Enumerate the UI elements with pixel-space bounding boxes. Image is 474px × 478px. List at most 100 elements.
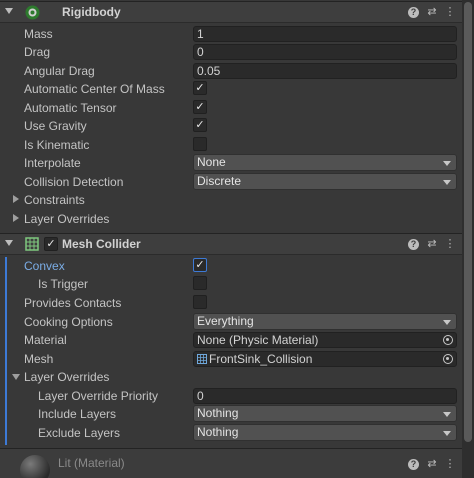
mesh-collider-header[interactable]: ✓ Mesh Collider ? ⇄ ⋮ <box>0 233 462 255</box>
exclude-layers-dropdown[interactable]: Nothing <box>193 424 457 441</box>
kebab-menu-icon[interactable]: ⋮ <box>443 457 457 471</box>
mc-layer-overrides-row[interactable]: Layer Overrides <box>0 368 462 386</box>
rb-layer-overrides-row[interactable]: Layer Overrides <box>0 210 462 228</box>
mass-field[interactable]: 1 <box>193 26 457 42</box>
include-layers-value: Nothing <box>197 406 239 420</box>
provides-contacts-row: Provides Contacts <box>0 294 462 312</box>
cooking-options-value: Everything <box>197 314 254 328</box>
auto-tensor-row: Automatic Tensor ✓ <box>0 99 462 117</box>
mesh-row: Mesh FrontSink_Collision <box>0 350 462 368</box>
is-kinematic-label: Is Kinematic <box>24 138 90 152</box>
auto-center-checkbox[interactable]: ✓ <box>193 81 207 95</box>
scrollbar-thumb[interactable] <box>464 2 472 442</box>
inspector-panel: Rigidbody ? ⇄ ⋮ Mass 1 Drag 0 Angular Dr… <box>0 0 474 478</box>
chevron-right-icon[interactable] <box>13 195 19 203</box>
convex-checkbox[interactable]: ✓ <box>193 258 207 272</box>
rigidbody-title: Rigidbody <box>62 5 121 19</box>
material-object-field[interactable]: None (Physic Material) <box>193 332 457 348</box>
collision-detection-value: Discrete <box>197 174 242 188</box>
mass-row: Mass 1 <box>0 25 462 43</box>
drag-label: Drag <box>24 45 51 59</box>
drag-field[interactable]: 0 <box>193 44 457 60</box>
drag-row: Drag 0 <box>0 43 462 61</box>
material-row: Material None (Physic Material) <box>0 331 462 349</box>
auto-tensor-checkbox[interactable]: ✓ <box>193 100 207 114</box>
chevron-down-icon <box>443 412 451 417</box>
object-picker-icon[interactable] <box>443 335 453 345</box>
interpolate-dropdown[interactable]: None <box>193 154 457 171</box>
angular-drag-row: Angular Drag 0.05 <box>0 62 462 80</box>
material-title: Lit (Material) <box>58 456 125 470</box>
preset-icon[interactable]: ⇄ <box>425 5 439 19</box>
exclude-layers-row: Exclude Layers Nothing <box>0 424 462 442</box>
chevron-down-icon <box>443 431 451 436</box>
auto-center-label: Automatic Center Of Mass <box>24 82 165 96</box>
mesh-collider-title: Mesh Collider <box>62 237 141 251</box>
preset-icon[interactable]: ⇄ <box>425 237 439 251</box>
constraints-label: Constraints <box>24 193 85 207</box>
convex-label: Convex <box>24 259 65 273</box>
mesh-object-field[interactable]: FrontSink_Collision <box>193 351 457 367</box>
help-icon[interactable]: ? <box>408 7 419 18</box>
is-trigger-row: Is Trigger <box>0 275 462 293</box>
object-picker-icon[interactable] <box>443 354 453 364</box>
layer-priority-field[interactable]: 0 <box>193 388 457 404</box>
material-section[interactable]: Lit (Material) ? ⇄ ⋮ <box>0 448 462 478</box>
material-preview-sphere <box>20 455 50 478</box>
layer-priority-label: Layer Override Priority <box>38 389 159 403</box>
mesh-value: FrontSink_Collision <box>209 352 313 366</box>
material-label: Material <box>24 333 67 347</box>
include-layers-label: Include Layers <box>38 407 117 421</box>
include-layers-row: Include Layers Nothing <box>0 405 462 423</box>
mass-label: Mass <box>24 27 53 41</box>
use-gravity-row: Use Gravity ✓ <box>0 117 462 135</box>
interpolate-label: Interpolate <box>24 156 81 170</box>
chevron-down-icon <box>443 320 451 325</box>
angular-drag-label: Angular Drag <box>24 64 95 78</box>
interpolate-value: None <box>197 155 226 169</box>
chevron-right-icon[interactable] <box>13 214 19 222</box>
rigidbody-header[interactable]: Rigidbody ? ⇄ ⋮ <box>0 1 462 23</box>
chevron-down-icon <box>443 180 451 185</box>
kebab-menu-icon[interactable]: ⋮ <box>443 237 457 251</box>
chevron-down-icon[interactable] <box>12 374 20 380</box>
mesh-label: Mesh <box>24 352 54 366</box>
angular-drag-field[interactable]: 0.05 <box>193 63 457 79</box>
cooking-options-label: Cooking Options <box>24 315 113 329</box>
fold-down-icon[interactable] <box>5 8 13 14</box>
is-trigger-label: Is Trigger <box>38 277 89 291</box>
cooking-options-row: Cooking Options Everything <box>0 313 462 331</box>
collision-detection-label: Collision Detection <box>24 175 124 189</box>
cooking-options-dropdown[interactable]: Everything <box>193 313 457 330</box>
mesh-collider-icon <box>25 237 39 251</box>
constraints-row[interactable]: Constraints <box>0 191 462 209</box>
help-icon[interactable]: ? <box>408 239 419 250</box>
interpolate-row: Interpolate None <box>0 154 462 172</box>
collision-detection-dropdown[interactable]: Discrete <box>193 173 457 190</box>
vertical-scrollbar[interactable] <box>462 0 474 478</box>
mesh-grid-icon <box>197 354 207 364</box>
help-icon[interactable]: ? <box>408 459 419 470</box>
rigidbody-icon <box>25 5 40 20</box>
layer-priority-row: Layer Override Priority 0 <box>0 387 462 405</box>
is-kinematic-row: Is Kinematic <box>0 136 462 154</box>
is-kinematic-checkbox[interactable] <box>193 137 207 151</box>
mc-layer-overrides-label: Layer Overrides <box>24 370 110 384</box>
chevron-down-icon <box>443 161 451 166</box>
exclude-layers-value: Nothing <box>197 425 239 439</box>
exclude-layers-label: Exclude Layers <box>38 426 121 440</box>
provides-contacts-label: Provides Contacts <box>24 296 122 310</box>
use-gravity-label: Use Gravity <box>24 119 87 133</box>
auto-center-row: Automatic Center Of Mass ✓ <box>0 80 462 98</box>
mesh-collider-enabled-checkbox[interactable]: ✓ <box>44 237 58 251</box>
use-gravity-checkbox[interactable]: ✓ <box>193 118 207 132</box>
include-layers-dropdown[interactable]: Nothing <box>193 405 457 422</box>
kebab-menu-icon[interactable]: ⋮ <box>443 5 457 19</box>
is-trigger-checkbox[interactable] <box>193 276 207 290</box>
material-value: None (Physic Material) <box>197 333 319 347</box>
auto-tensor-label: Automatic Tensor <box>24 101 117 115</box>
provides-contacts-checkbox[interactable] <box>193 295 207 309</box>
collision-detection-row: Collision Detection Discrete <box>0 173 462 191</box>
preset-icon[interactable]: ⇄ <box>425 457 439 471</box>
fold-down-icon[interactable] <box>5 240 13 246</box>
